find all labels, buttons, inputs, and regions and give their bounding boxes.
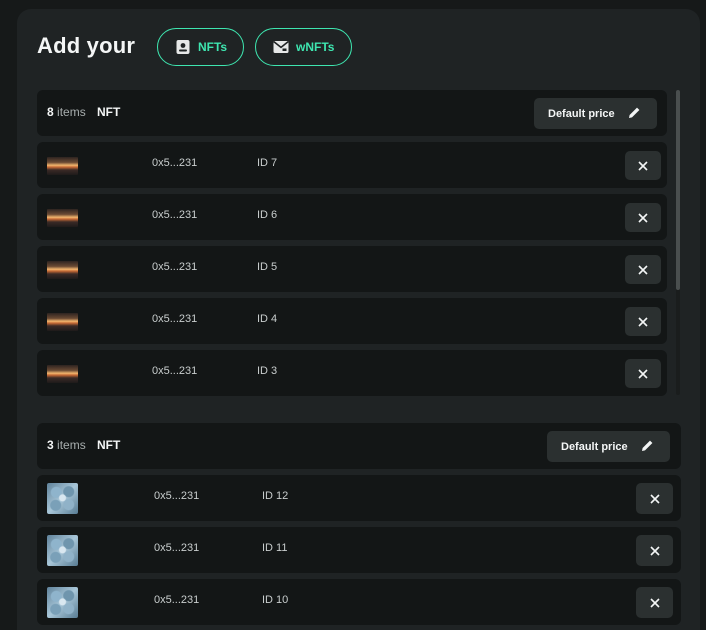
nft-address: 0x5...231 [154, 594, 200, 606]
item-count: 3 items [47, 438, 86, 452]
remove-button[interactable] [636, 587, 673, 618]
group-header: 8 items NFT Default price [37, 90, 667, 136]
nft-thumbnail [47, 365, 78, 383]
remove-button[interactable] [636, 483, 673, 514]
close-icon [638, 264, 648, 275]
nft-address: 0x5...231 [152, 157, 198, 169]
page-title: Add your [37, 33, 136, 58]
scrollbar-thumb[interactable] [676, 90, 680, 290]
nft-address: 0x5...231 [154, 490, 200, 502]
pencil-icon [641, 439, 654, 455]
tab-nfts-label: NFTs [198, 40, 228, 54]
nft-address: 0x5...231 [152, 261, 198, 273]
close-icon [649, 545, 660, 556]
close-icon [649, 597, 660, 608]
tab-wnfts-label: wNFTs [296, 40, 335, 54]
nft-id: ID 11 [262, 542, 288, 554]
table-row: 0x5...231 ID 11 [37, 527, 681, 573]
group-header: 3 items NFT Default price [37, 423, 681, 469]
group-type: NFT [97, 105, 121, 119]
scrollbar[interactable] [676, 90, 680, 395]
nft-id: ID 5 [257, 261, 278, 273]
close-icon [638, 368, 648, 379]
table-row: 0x5...231 ID 4 [37, 298, 667, 344]
nft-id: ID 6 [257, 209, 278, 221]
pencil-icon [628, 106, 641, 122]
close-icon [649, 493, 660, 504]
nft-address: 0x5...231 [154, 542, 200, 554]
nft-thumbnail [47, 261, 78, 279]
table-row: 0x5...231 ID 6 [37, 194, 667, 240]
tab-nfts[interactable]: NFTs [157, 28, 244, 66]
nft-thumbnail [47, 483, 78, 514]
nft-card-icon [175, 39, 191, 55]
nft-id: ID 7 [257, 157, 278, 169]
table-row: 0x5...231 ID 12 [37, 475, 681, 521]
table-row: 0x5...231 ID 5 [37, 246, 667, 292]
remove-button[interactable] [625, 151, 661, 180]
group-type: NFT [97, 438, 121, 452]
nft-address: 0x5...231 [152, 365, 198, 377]
nft-id: ID 12 [262, 490, 289, 502]
nft-id: ID 10 [262, 594, 289, 606]
nft-thumbnail [47, 157, 78, 175]
default-price-button[interactable]: Default price [547, 431, 670, 462]
remove-button[interactable] [625, 307, 661, 336]
default-price-button[interactable]: Default price [534, 98, 657, 129]
nft-address: 0x5...231 [152, 313, 198, 325]
nft-id: ID 3 [257, 365, 278, 377]
item-count-suffix: items [57, 438, 86, 452]
nft-thumbnail [47, 313, 78, 331]
close-icon [638, 212, 648, 223]
tab-wnfts[interactable]: wNFTs [255, 28, 352, 66]
table-row: 0x5...231 ID 3 [37, 350, 667, 396]
table-row: 0x5...231 ID 7 [37, 142, 667, 188]
remove-button[interactable] [636, 535, 673, 566]
item-count-number: 8 [47, 105, 54, 119]
remove-button[interactable] [625, 255, 661, 284]
close-icon [638, 160, 648, 171]
remove-button[interactable] [625, 359, 661, 388]
item-count: 8 items [47, 105, 86, 119]
wnft-envelope-icon [273, 39, 289, 55]
nft-thumbnail [47, 209, 78, 227]
default-price-label: Default price [561, 440, 628, 453]
remove-button[interactable] [625, 203, 661, 232]
table-row: 0x5...231 ID 10 [37, 579, 681, 625]
nft-id: ID 4 [257, 313, 278, 325]
item-count-suffix: items [57, 105, 86, 119]
item-count-number: 3 [47, 438, 54, 452]
default-price-label: Default price [548, 107, 615, 120]
close-icon [638, 316, 648, 327]
nft-thumbnail [47, 587, 78, 618]
nft-thumbnail [47, 535, 78, 566]
nft-address: 0x5...231 [152, 209, 198, 221]
